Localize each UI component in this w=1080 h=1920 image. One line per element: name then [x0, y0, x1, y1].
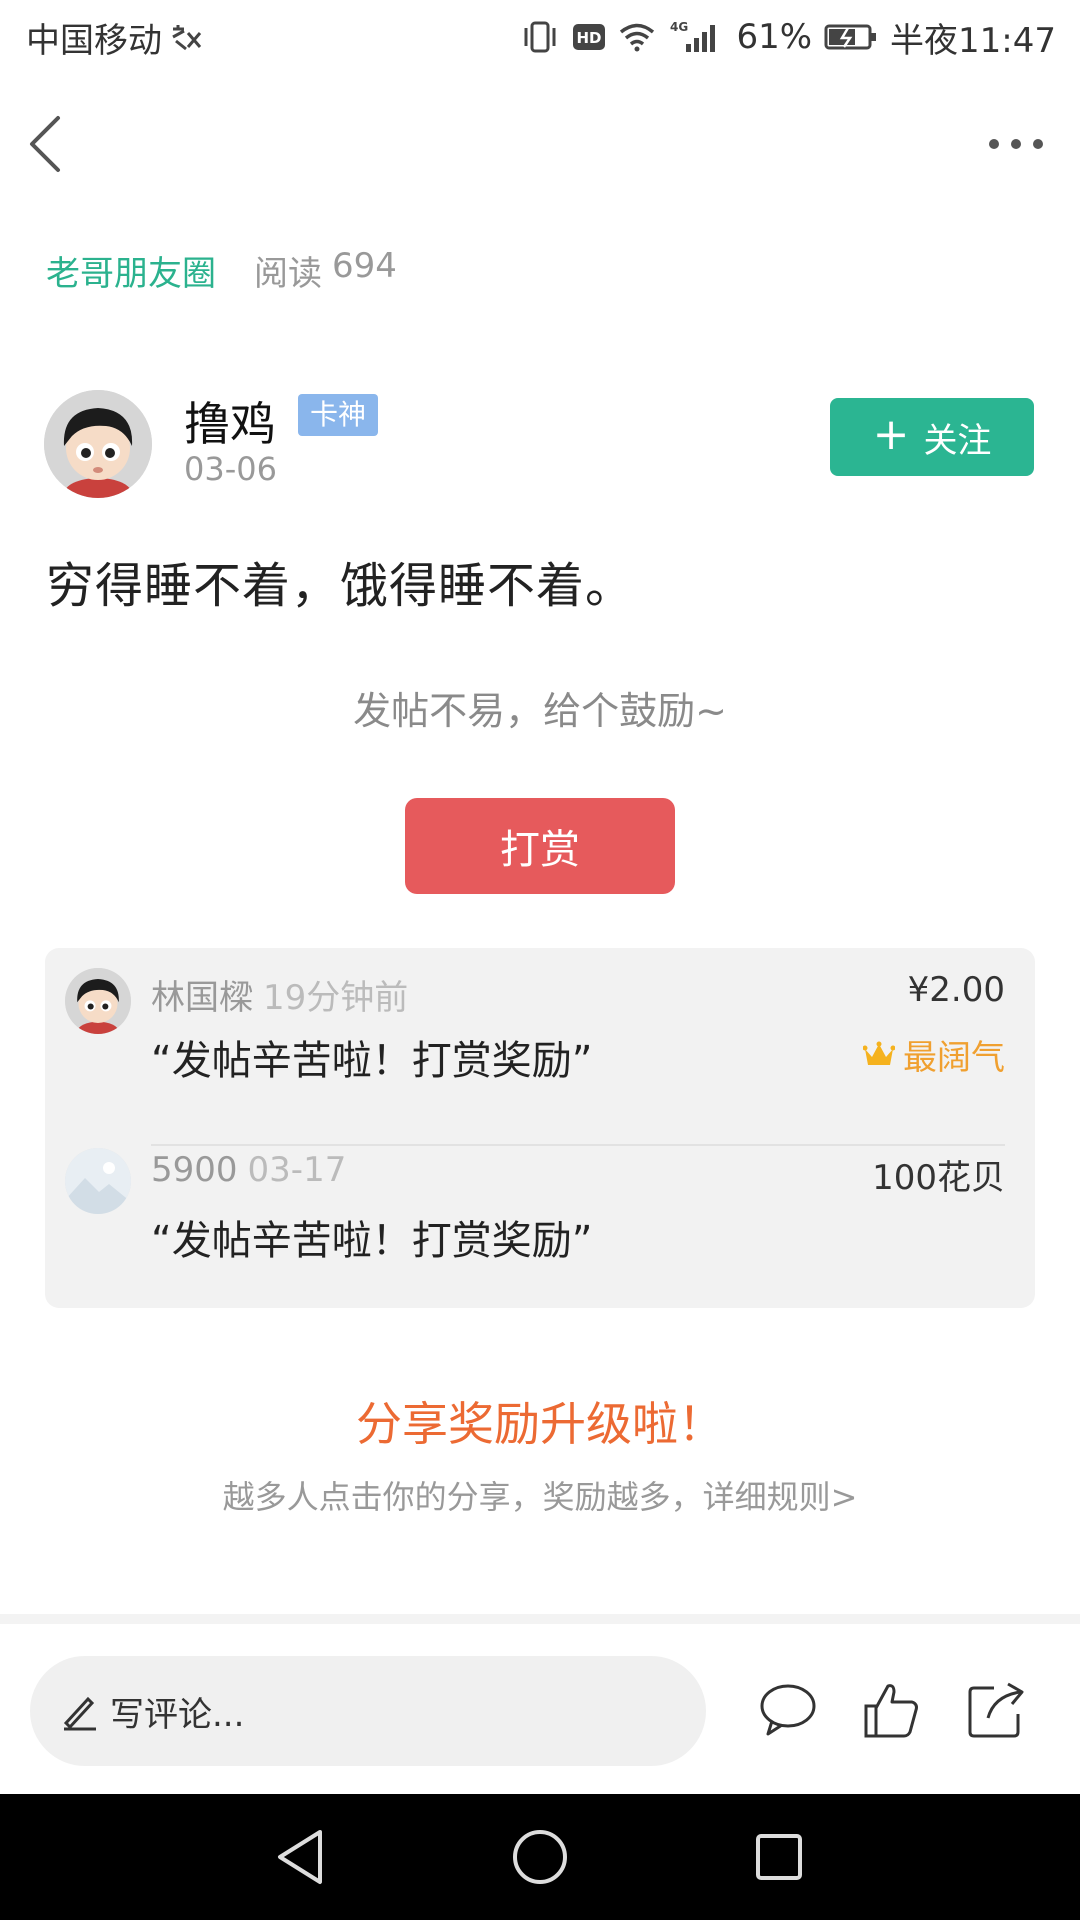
reward-prompt: 发帖不易，给个鼓励~ [353, 689, 727, 733]
share-button[interactable] [964, 1678, 1028, 1742]
reward-time: 03-17 [247, 1150, 347, 1190]
square-recents-icon [756, 1834, 802, 1880]
read-label: 阅读 [254, 254, 322, 294]
vibrate-icon [520, 20, 560, 54]
rewarder-name-line: 林国樑 19分钟前 [151, 970, 408, 1019]
rewarder-name[interactable]: 5900 [151, 1150, 238, 1190]
share-promo-title: 分享奖励升级啦！ [356, 1397, 724, 1451]
comment-button[interactable] [756, 1678, 820, 1742]
reward-divider [151, 1144, 1005, 1146]
reward-item: 5900 03-17 “发帖辛苦啦！打赏奖励” 100花贝 [45, 1148, 1035, 1318]
share-icon [968, 1682, 1024, 1738]
signal-icon: 4G [668, 20, 724, 54]
reward-time: 19分钟前 [263, 978, 409, 1018]
follow-label: 关注 [923, 420, 992, 461]
reward-rank: 最阔气 [863, 1030, 1005, 1079]
rewarder-name[interactable]: 林国樑 [151, 978, 253, 1018]
avatar-cartoon-icon [44, 390, 152, 498]
notification-app-icon [170, 23, 204, 51]
thumbs-up-icon [864, 1684, 918, 1738]
wifi-icon [618, 22, 656, 52]
battery-charging-icon [824, 22, 878, 52]
more-options-button[interactable] [986, 126, 1046, 162]
chevron-left-icon [30, 116, 60, 172]
default-avatar-icon [65, 1148, 131, 1214]
rewarder-name-line: 5900 03-17 [151, 1150, 346, 1190]
reward-button[interactable]: 打赏 [405, 798, 675, 894]
plus-icon: + [872, 409, 910, 460]
share-rules-link[interactable]: 越多人点击你的分享，奖励越多，详细规则> [0, 1472, 1080, 1518]
author-badge: 卡神 [298, 394, 379, 436]
status-right: HD 4G 61% 半夜11:47 [520, 13, 1056, 62]
post-date: 03-06 [184, 450, 277, 488]
reward-amount: 100花贝 [872, 1158, 1005, 1198]
system-recents-button[interactable] [746, 1824, 812, 1890]
reward-message: “发帖辛苦啦！打赏奖励” [151, 1218, 593, 1264]
author-name[interactable]: 撸鸡 [184, 388, 276, 454]
read-count-value: 694 [332, 246, 397, 286]
system-home-button[interactable] [507, 1824, 573, 1890]
comment-bubble-icon [760, 1684, 816, 1736]
svg-text:HD: HD [577, 29, 602, 47]
pencil-icon [63, 1696, 96, 1731]
reward-message: “发帖辛苦啦！打赏奖励” [151, 1038, 593, 1084]
network-type: 4G [670, 20, 688, 34]
reward-item: 林国樑 19分钟前 “发帖辛苦啦！打赏奖励” ¥2.00 最阔气 [45, 968, 1035, 1146]
avatar-cartoon-icon [65, 968, 131, 1034]
comment-bar: 写评论... [0, 1626, 1080, 1794]
status-bar: 中国移动 HD 4G 61% 半夜11:47 [0, 0, 1080, 74]
read-count: 阅读 694 [254, 246, 397, 295]
comment-input[interactable]: 写评论... [30, 1656, 706, 1766]
circle-home-icon [513, 1830, 567, 1884]
author-avatar[interactable] [44, 390, 152, 498]
bottom-bar-divider [0, 1614, 1080, 1624]
more-dots-icon [989, 139, 1043, 149]
circle-meta: 老哥朋友圈 阅读 694 [46, 246, 397, 295]
triangle-back-icon [278, 1830, 322, 1884]
system-back-button[interactable] [268, 1824, 334, 1890]
reward-amount: ¥2.00 [907, 970, 1005, 1010]
post-content: 穷得睡不着，饿得睡不着。 [46, 558, 635, 614]
rank-label: 最阔气 [903, 1038, 1005, 1078]
like-button[interactable] [860, 1678, 924, 1742]
author-row: 撸鸡 卡神 03-06 + 关注 [44, 388, 1034, 500]
rewarder-avatar[interactable] [65, 968, 131, 1034]
top-nav [0, 96, 1080, 192]
follow-button[interactable]: + 关注 [830, 398, 1034, 476]
circle-name-link[interactable]: 老哥朋友圈 [46, 246, 216, 295]
rewarder-avatar[interactable] [65, 1148, 131, 1214]
status-left: 中国移动 [26, 13, 204, 62]
comment-placeholder: 写评论... [110, 1694, 245, 1735]
crown-icon [863, 1041, 895, 1065]
reward-list: 林国樑 19分钟前 “发帖辛苦啦！打赏奖励” ¥2.00 最阔气 5900 03-1… [45, 948, 1035, 1308]
carrier-label: 中国移动 [26, 20, 162, 61]
system-nav-bar [0, 1794, 1080, 1920]
clock: 半夜11:47 [890, 20, 1056, 61]
battery-percent: 61% [736, 17, 813, 57]
back-button[interactable] [22, 114, 82, 174]
hd-icon: HD [572, 22, 606, 52]
